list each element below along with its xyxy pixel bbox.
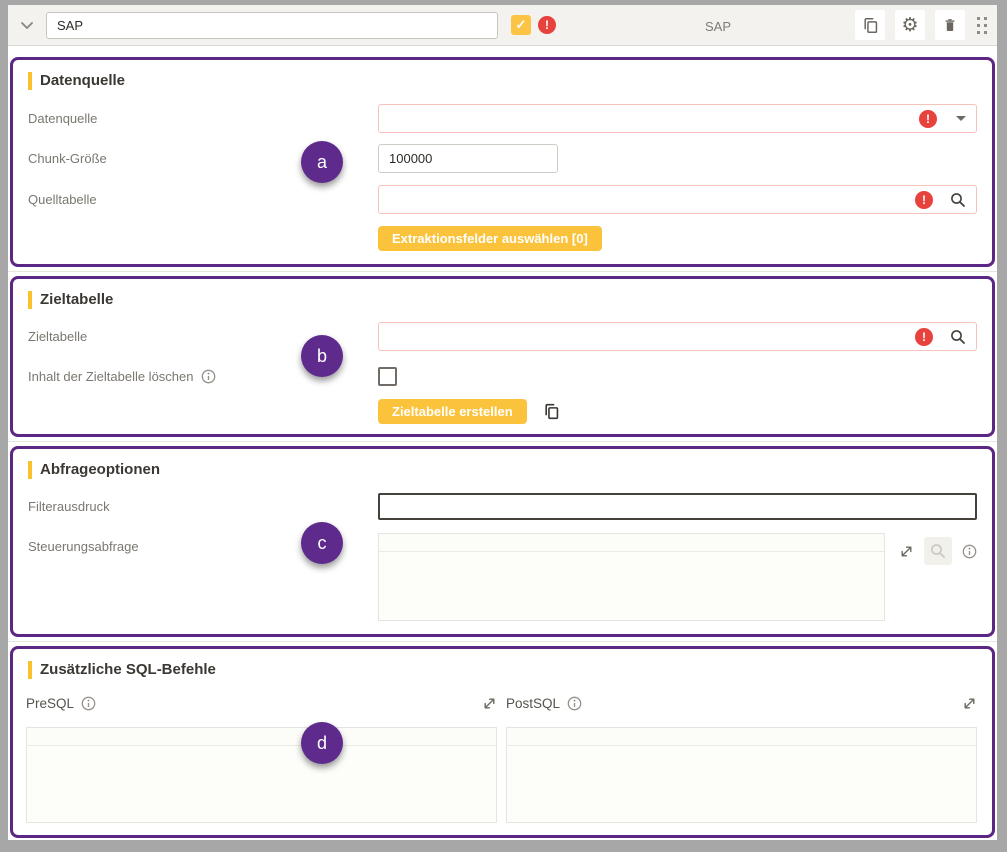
section-title: Zusätzliche SQL-Befehle [40,661,216,678]
quelltabelle-input[interactable]: ! [378,185,977,214]
section-divider [8,641,997,642]
copy-ddl-button[interactable] [543,403,560,420]
annotation-badge-d: d [301,722,343,764]
annotation-badge-c: c [301,522,343,564]
expand-presql-button[interactable] [482,696,497,711]
trash-icon [942,17,958,33]
expand-icon [482,696,497,711]
search-icon[interactable] [950,329,966,345]
section-datenquelle: a Datenquelle Datenquelle ! Chunk-Größe [10,57,995,267]
drag-handle[interactable] [975,15,989,36]
info-icon[interactable] [201,369,216,384]
outer-frame: ✓ ! SAP ⚙ [0,0,1007,852]
control-query-search-button-disabled[interactable] [924,537,952,565]
postsql-label: PostSQL [506,696,582,711]
settings-button[interactable]: ⚙ [895,10,925,40]
editor-first-line [379,534,884,552]
copy-icon [862,17,879,34]
annotation-badge-b: b [301,335,343,377]
info-icon[interactable] [962,544,977,559]
panel-body: a Datenquelle Datenquelle ! Chunk-Größe [8,46,997,838]
postsql-editor[interactable] [506,727,977,823]
check-icon: ✓ [516,17,527,33]
header-actions: ⚙ [855,10,989,40]
error-icon: ! [538,16,556,34]
expand-postsql-button[interactable] [962,696,977,711]
create-target-table-button[interactable]: Zieltabelle erstellen [378,399,527,424]
section-accent-bar [28,661,32,679]
clear-target-checkbox[interactable] [378,367,397,386]
search-icon[interactable] [950,192,966,208]
expand-icon [899,544,914,559]
gear-icon: ⚙ [901,16,918,35]
expand-editor-button[interactable] [899,544,914,559]
info-icon[interactable] [567,696,582,711]
chunk-size-input[interactable]: 100000 [378,144,558,173]
section-sql-befehle: d Zusätzliche SQL-Befehle PreSQL [10,646,995,838]
section-zieltabelle: b Zieltabelle Zieltabelle ! [10,276,995,437]
error-icon: ! [919,110,937,128]
filter-expression-label: Filterausdruck [28,499,378,514]
presql-label: PreSQL [26,696,96,711]
delete-button[interactable] [935,10,965,40]
section-accent-bar [28,291,32,309]
section-title: Abfrageoptionen [40,461,160,478]
section-title: Datenquelle [40,72,125,89]
chunk-size-value: 100000 [389,151,432,166]
expand-icon [962,696,977,711]
datenquelle-label: Datenquelle [28,111,378,126]
editor-first-line [507,728,976,746]
section-divider [8,441,997,442]
section-title: Zieltabelle [40,291,113,308]
annotation-badge-a: a [301,141,343,183]
panel-header-bar: ✓ ! SAP ⚙ [8,5,997,46]
config-panel: ✓ ! SAP ⚙ [8,5,997,840]
copy-icon [543,403,560,420]
search-icon [930,543,946,559]
section-accent-bar [28,461,32,479]
step-name-input[interactable] [46,12,498,39]
duplicate-button[interactable] [855,10,885,40]
step-type-title: SAP [705,19,731,34]
filter-expression-input[interactable] [378,493,977,520]
control-query-editor[interactable] [378,533,885,621]
error-icon: ! [915,328,933,346]
section-accent-bar [28,72,32,90]
info-icon[interactable] [81,696,96,711]
quelltabelle-label: Quelltabelle [28,192,378,207]
dropdown-caret-icon[interactable] [956,116,966,121]
section-abfrageoptionen: c Abfrageoptionen Filterausdruck Steueru… [10,446,995,637]
error-icon: ! [915,191,933,209]
collapse-chevron-icon[interactable] [16,14,38,36]
datenquelle-select[interactable]: ! [378,104,977,133]
extraction-fields-button[interactable]: Extraktionsfelder auswählen [0] [378,226,602,251]
step-enabled-checkbox[interactable]: ✓ [511,15,531,35]
section-divider [8,271,997,272]
zieltabelle-input[interactable]: ! [378,322,977,351]
presql-editor[interactable] [26,727,497,823]
editor-first-line [27,728,496,746]
